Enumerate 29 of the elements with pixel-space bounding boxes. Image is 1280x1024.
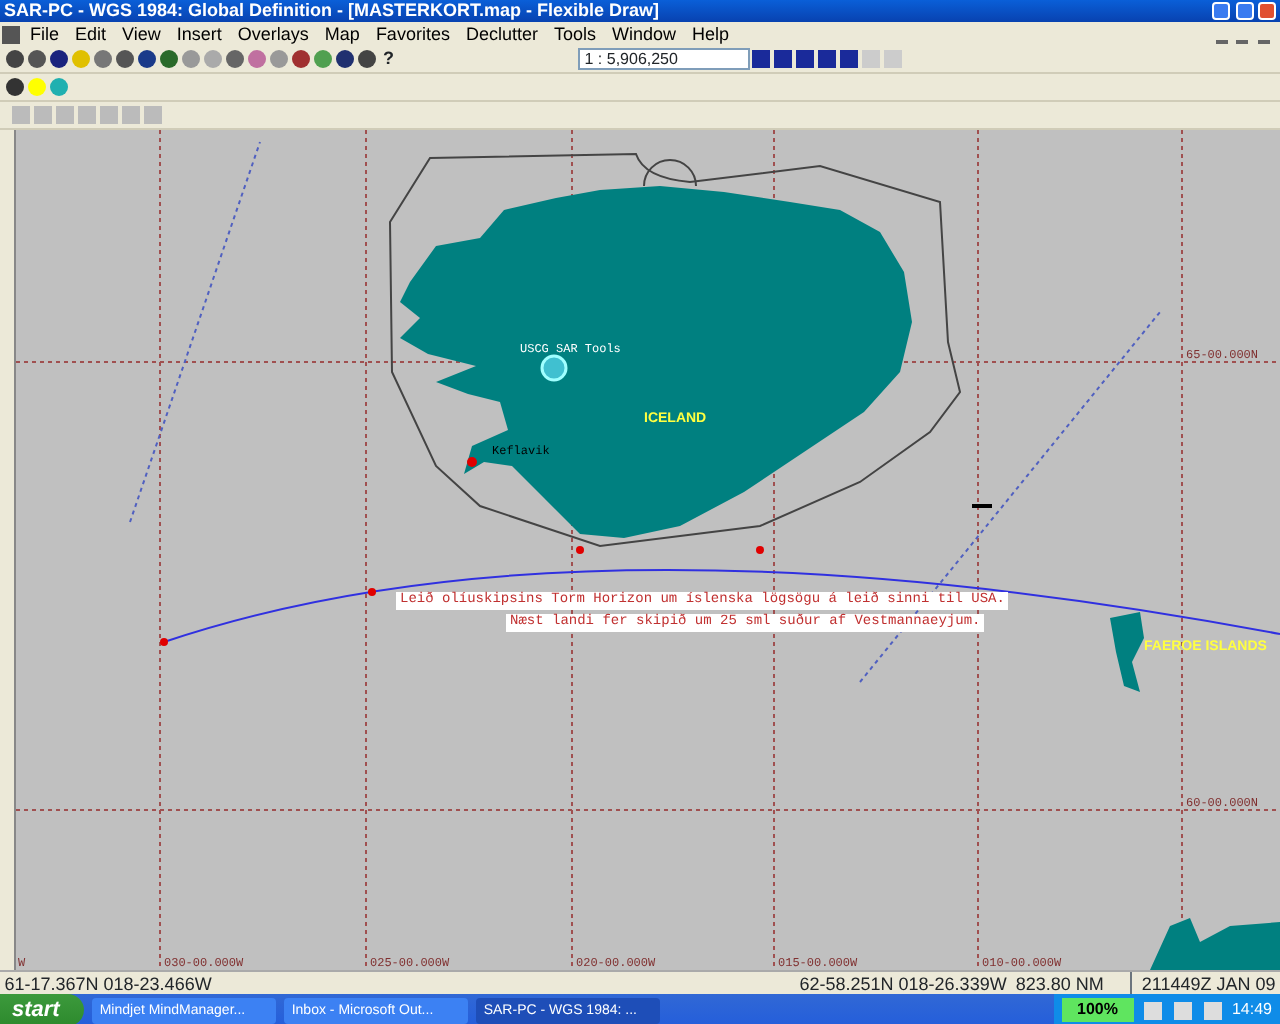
sar-logo-icon xyxy=(540,354,568,382)
menu-item[interactable]: Map xyxy=(316,22,368,46)
menu-item[interactable]: Overlays xyxy=(229,22,317,46)
menu-item[interactable]: Tools xyxy=(545,22,604,46)
menu-item[interactable]: Favorites xyxy=(367,22,458,46)
waypoint-icon xyxy=(756,546,764,554)
island-drawing xyxy=(1110,612,1144,692)
status-text: 62-58.251N 018-26.339W xyxy=(799,972,1007,994)
menu-item[interactable]: Window xyxy=(603,22,684,46)
waypoint-icon xyxy=(160,638,168,646)
menu-item[interactable]: File xyxy=(22,22,68,46)
waypoint-icon xyxy=(576,546,584,554)
status-text: 823.80 NM xyxy=(1015,972,1104,994)
start-button[interactable]: start xyxy=(0,994,84,1024)
battery-indicator: 100% xyxy=(1061,998,1134,1022)
menu-item[interactable]: View xyxy=(114,22,169,46)
status-text: 61-17.367N 018-23.466W xyxy=(4,972,212,994)
menu-item[interactable]: Help xyxy=(684,22,738,46)
dash-mark xyxy=(972,504,992,508)
waypoint-icon xyxy=(368,588,376,596)
help-button[interactable]: ? xyxy=(378,45,399,73)
scale-dropdown[interactable]: 1 : 5,906,250 xyxy=(578,48,751,70)
menu-item[interactable]: Declutter xyxy=(457,22,546,46)
land-drawing xyxy=(1150,918,1280,970)
menu-item[interactable]: Insert xyxy=(168,22,230,46)
window-title: SAR-PC - WGS 1984: Global Definition - [MASTERKORT.map - Flexible Draw] xyxy=(4,0,660,22)
airport-icon xyxy=(467,457,477,467)
menu-item[interactable]: Edit xyxy=(67,22,115,46)
clock: 14:49 xyxy=(1231,998,1272,1022)
